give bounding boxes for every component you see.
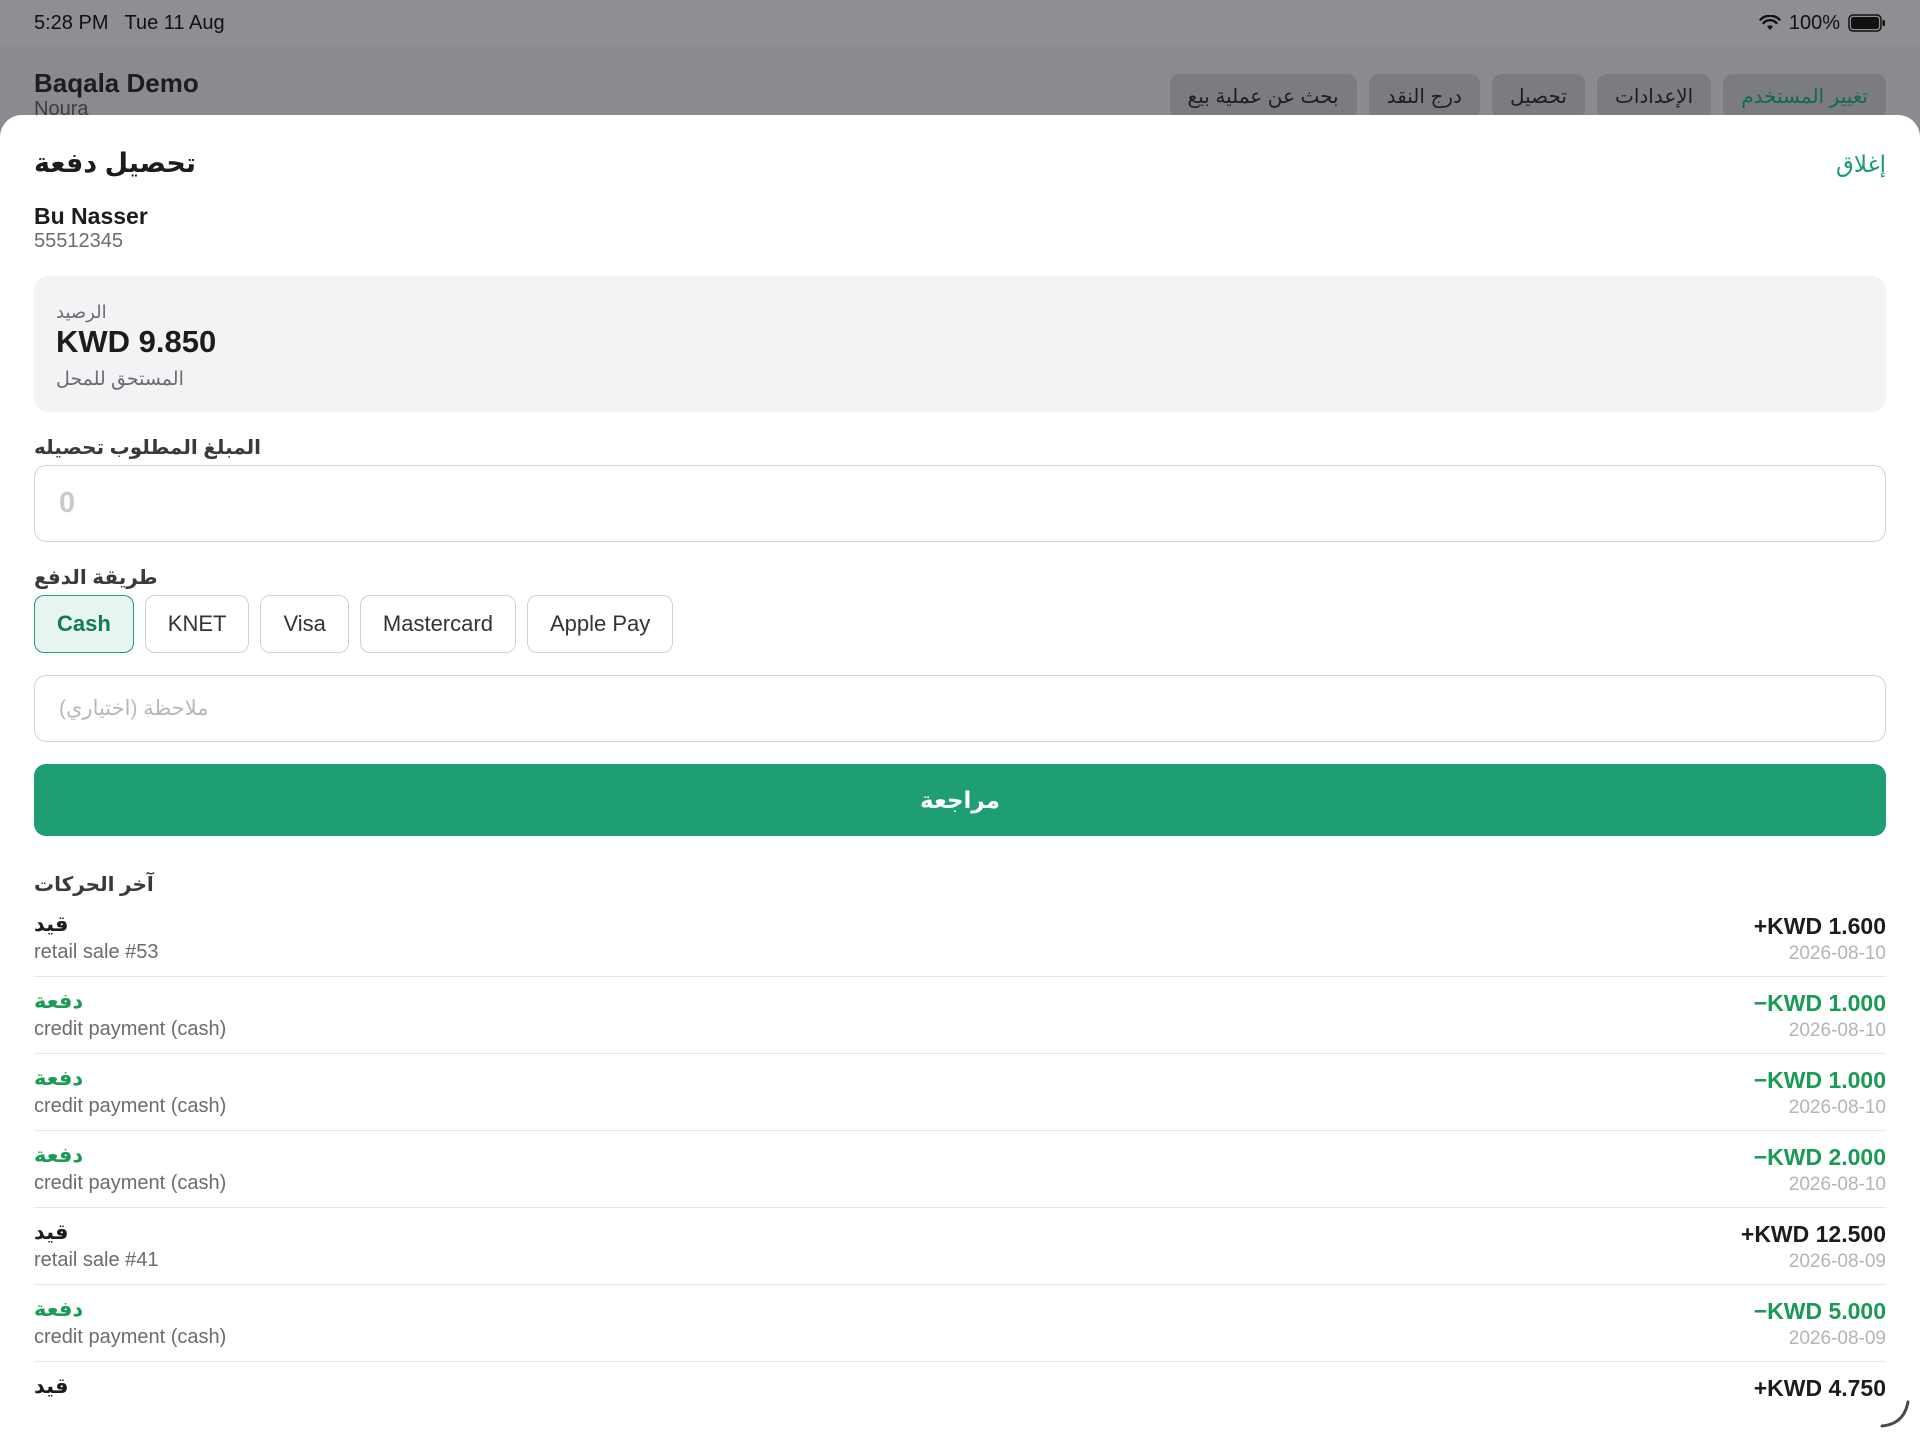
transaction-amount: +KWD 4.750	[1753, 1375, 1886, 1401]
tab-collect[interactable]: تحصيل	[1491, 74, 1585, 119]
tab-cash-drawer[interactable]: درج النقد	[1368, 74, 1480, 119]
status-date: Tue 11 Aug	[124, 11, 225, 34]
transaction-amount: −KWD 2.000	[1753, 1144, 1886, 1170]
tab-switch-user[interactable]: تغيير المستخدم	[1723, 74, 1886, 119]
transaction-desc: credit payment (cash)	[34, 1095, 227, 1117]
transaction-desc: credit payment (cash)	[34, 1172, 227, 1194]
screen: 5:28 PM Tue 11 Aug 100% Baqala Demo Nour…	[0, 0, 1920, 1440]
transaction-row: دفعة credit payment (cash) −KWD 1.000 20…	[34, 1054, 1886, 1131]
transaction-type: دفعة	[34, 1067, 84, 1090]
transaction-row: قيد retail sale #41 +KWD 12.500 2026-08-…	[34, 1208, 1886, 1285]
note-input[interactable]	[34, 675, 1886, 742]
transaction-date: 2026-08-10	[1788, 943, 1886, 964]
transaction-amount: +KWD 12.500	[1740, 1221, 1886, 1247]
background-tabs: تغيير المستخدم الإعدادات تحصيل درج النقد…	[1169, 74, 1886, 119]
transaction-type: دفعة	[34, 990, 84, 1013]
battery-percent: 100%	[1788, 11, 1840, 34]
status-right: 100%	[1759, 12, 1886, 35]
recent-transactions-title: آخر الحركات	[34, 874, 154, 896]
transaction-amount: −KWD 1.000	[1753, 990, 1886, 1016]
transaction-date: 2026-08-10	[1788, 1174, 1886, 1195]
transaction-type: دفعة	[34, 1144, 84, 1167]
battery-icon	[1848, 14, 1886, 32]
transaction-type: قيد	[34, 1375, 69, 1398]
tab-settings[interactable]: الإعدادات	[1596, 74, 1712, 119]
review-button[interactable]: مراجعة	[34, 764, 1886, 836]
payment-method-label: طريقة الدفع	[34, 567, 158, 589]
balance-subtitle: المستحق للمحل	[56, 369, 184, 390]
transaction-row: قيد +KWD 4.750	[34, 1362, 1886, 1439]
customer-name: Bu Nasser	[34, 203, 148, 229]
status-time: 5:28 PM	[34, 11, 109, 34]
transaction-desc: retail sale #53	[34, 941, 159, 963]
customer-phone: 55512345	[34, 230, 123, 252]
method-knet[interactable]: KNET	[144, 595, 250, 653]
transaction-date: 2026-08-09	[1788, 1251, 1886, 1272]
status-left: 5:28 PM Tue 11 Aug	[34, 12, 225, 35]
transaction-date: 2026-08-10	[1788, 1097, 1886, 1118]
transaction-type: قيد	[34, 1221, 69, 1244]
status-bar: 5:28 PM Tue 11 Aug 100%	[0, 0, 1920, 46]
transaction-desc: credit payment (cash)	[34, 1018, 227, 1040]
sheet-title: تحصيل دفعة	[34, 148, 196, 178]
store-name: Baqala Demo	[34, 68, 199, 98]
amount-input[interactable]	[34, 465, 1886, 542]
transaction-row: دفعة credit payment (cash) −KWD 1.000 20…	[34, 977, 1886, 1054]
transaction-date: 2026-08-10	[1788, 1020, 1886, 1041]
wifi-icon	[1759, 15, 1781, 31]
transactions-list: قيد retail sale #53 +KWD 1.600 2026-08-1…	[34, 900, 1886, 1439]
transaction-amount: −KWD 1.000	[1753, 1067, 1886, 1093]
transaction-type: قيد	[34, 913, 69, 936]
transaction-desc: credit payment (cash)	[34, 1326, 227, 1348]
balance-label: الرصيد	[56, 302, 107, 322]
transaction-row: دفعة credit payment (cash) −KWD 2.000 20…	[34, 1131, 1886, 1208]
method-apple-pay[interactable]: Apple Pay	[526, 595, 674, 653]
transaction-date: 2026-08-09	[1788, 1328, 1886, 1349]
close-button[interactable]: إغلاق	[1836, 151, 1886, 178]
balance-amount: KWD 9.850	[56, 324, 217, 359]
payment-method-options: Cash KNET Visa Mastercard Apple Pay	[34, 595, 674, 653]
transaction-row: دفعة credit payment (cash) −KWD 5.000 20…	[34, 1285, 1886, 1362]
transaction-desc: retail sale #41	[34, 1249, 159, 1271]
resize-handle-icon[interactable]	[1878, 1396, 1912, 1430]
amount-label: المبلغ المطلوب تحصيله	[34, 437, 262, 459]
method-mastercard[interactable]: Mastercard	[359, 595, 516, 653]
transaction-amount: +KWD 1.600	[1753, 913, 1886, 939]
balance-card: الرصيد KWD 9.850 المستحق للمحل	[34, 276, 1886, 412]
transaction-row: قيد retail sale #53 +KWD 1.600 2026-08-1…	[34, 900, 1886, 977]
collect-payment-sheet: تحصيل دفعة إغلاق Bu Nasser 55512345 الرص…	[0, 115, 1920, 1440]
tab-search-sale[interactable]: بحث عن عملية بيع	[1169, 74, 1357, 119]
transaction-amount: −KWD 5.000	[1753, 1298, 1886, 1324]
method-visa[interactable]: Visa	[260, 595, 349, 653]
method-cash[interactable]: Cash	[34, 595, 134, 653]
transaction-type: دفعة	[34, 1298, 84, 1321]
